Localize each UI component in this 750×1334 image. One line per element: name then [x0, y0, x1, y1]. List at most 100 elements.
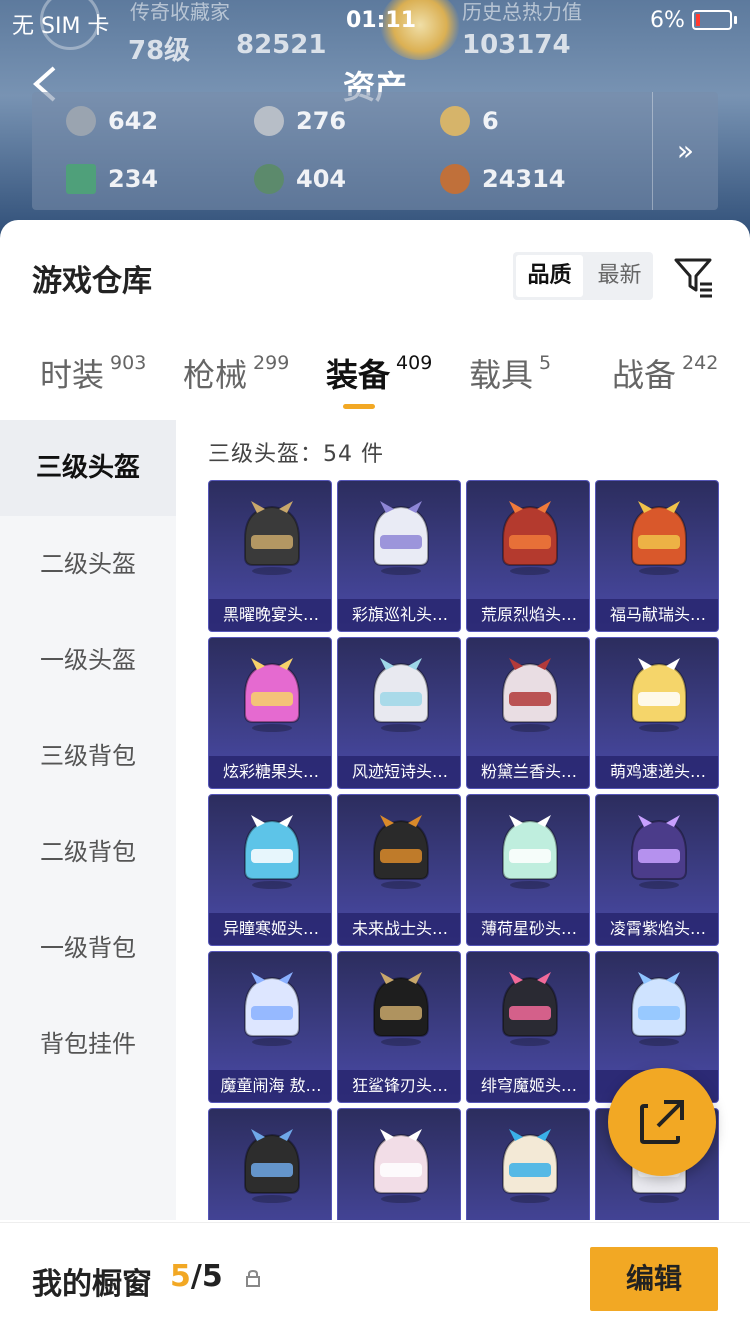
asset-value: 6 — [482, 107, 499, 135]
battery-icon — [692, 10, 732, 30]
item-name: 萌鸡速递头… — [596, 756, 718, 788]
item-name: 异瞳寒姬头… — [209, 913, 331, 945]
battery-percent: 6% — [650, 8, 685, 33]
asset-item: 6 — [440, 106, 499, 136]
sort-toggle: 品质 最新 — [513, 252, 653, 300]
tab-vehicles[interactable]: 载具 5 — [469, 350, 551, 396]
item-card[interactable]: 绯穹魔姬头… — [466, 951, 590, 1103]
item-card[interactable] — [208, 1108, 332, 1220]
coin-icon — [440, 164, 470, 194]
tab-weapons[interactable]: 枪械 299 — [183, 350, 289, 396]
asset-value: 642 — [108, 107, 159, 135]
item-name: 黑曜晚宴头… — [209, 599, 331, 631]
item-card[interactable]: 凌霄紫焰头… — [595, 794, 719, 946]
category-tabs: 时装 903 枪械 299 装备 409 载具 5 战备 242 — [0, 350, 750, 420]
sidebar-item-level1-backpack[interactable]: 一级背包 — [0, 900, 176, 996]
helmet-icon — [631, 972, 687, 1046]
tab-fashion[interactable]: 时装 903 — [40, 350, 146, 396]
share-icon — [640, 1100, 684, 1144]
helmet-icon — [373, 1129, 429, 1203]
battery-cap-icon — [734, 16, 737, 24]
item-card[interactable]: 狂鲨锋刃头… — [337, 951, 461, 1103]
item-card[interactable]: 魔童闹海 敖… — [208, 951, 332, 1103]
item-name: 粉黛兰香头… — [467, 756, 589, 788]
tab-count: 299 — [253, 352, 290, 374]
showcase-title: 我的橱窗 — [32, 1267, 152, 1302]
item-card[interactable]: 炫彩糖果头… — [208, 637, 332, 789]
item-card[interactable]: 彩旗巡礼头… — [337, 480, 461, 632]
tab-count: 903 — [110, 352, 147, 374]
coin-icon — [254, 106, 284, 136]
sort-quality-button[interactable]: 品质 — [516, 255, 583, 297]
coin-icon — [254, 164, 284, 194]
helmet-icon — [244, 815, 300, 889]
asset-item: 234 — [66, 164, 158, 194]
tab-label: 载具 — [469, 356, 534, 394]
asset-value: 276 — [296, 107, 347, 135]
item-count-title: 三级头盔：54 件 — [208, 442, 384, 467]
card-icon — [66, 164, 96, 194]
item-card[interactable]: 未来战士头… — [337, 794, 461, 946]
item-card[interactable]: 异瞳寒姬头… — [208, 794, 332, 946]
warehouse-title: 游戏仓库 — [32, 264, 152, 299]
filter-button[interactable] — [672, 254, 716, 298]
assets-panel: 642 276 6 234 404 24314 » — [32, 92, 718, 210]
asset-item: 642 — [66, 106, 158, 136]
asset-value: 24314 — [482, 165, 566, 193]
sidebar-item-level1-helmet[interactable]: 一级头盔 — [0, 612, 176, 708]
asset-item: 404 — [254, 164, 346, 194]
asset-value: 234 — [108, 165, 159, 193]
tab-combat-supplies[interactable]: 战备 242 — [612, 350, 718, 396]
showcase-count: 5/5 — [170, 1259, 223, 1294]
item-card[interactable] — [337, 1108, 461, 1220]
clock: 01:11 — [346, 8, 417, 33]
item-name: 绯穹魔姬头… — [467, 1070, 589, 1102]
share-button[interactable] — [608, 1068, 716, 1176]
item-card[interactable]: 荒原烈焰头… — [466, 480, 590, 632]
sidebar-item-level2-backpack[interactable]: 二级背包 — [0, 804, 176, 900]
item-card[interactable]: 萌鸡速递头… — [595, 637, 719, 789]
helmet-icon — [373, 815, 429, 889]
item-name: 魔童闹海 敖… — [209, 1070, 331, 1102]
tab-label: 战备 — [612, 356, 677, 394]
showcase-count-current: 5 — [170, 1259, 191, 1294]
showcase-bar: 我的橱窗 5/5 编辑 — [0, 1222, 750, 1334]
helmet-icon — [631, 815, 687, 889]
item-card[interactable]: 粉黛兰香头… — [466, 637, 590, 789]
status-bar: 无 SIM 卡 01:11 6% — [0, 0, 750, 40]
double-chevron-right-icon: » — [676, 134, 695, 167]
showcase-count-total: /5 — [190, 1259, 223, 1294]
helmet-icon — [502, 658, 558, 732]
tab-count: 409 — [396, 352, 433, 374]
asset-item: 24314 — [440, 164, 566, 194]
item-card[interactable]: 福马献瑞头… — [595, 480, 719, 632]
sidebar-item-level2-helmet[interactable]: 二级头盔 — [0, 516, 176, 612]
helmet-icon — [373, 501, 429, 575]
item-name: 狂鲨锋刃头… — [338, 1070, 460, 1102]
assets-more-button[interactable]: » — [652, 92, 718, 210]
item-card[interactable] — [466, 1108, 590, 1220]
sort-newest-button[interactable]: 最新 — [586, 252, 653, 300]
lock-icon — [246, 1269, 260, 1287]
sidebar-item-backpack-charm[interactable]: 背包挂件 — [0, 996, 176, 1092]
helmet-icon — [244, 972, 300, 1046]
edit-button[interactable]: 编辑 — [590, 1247, 718, 1311]
item-name: 炫彩糖果头… — [209, 756, 331, 788]
helmet-icon — [631, 658, 687, 732]
sidebar-item-level3-helmet[interactable]: 三级头盔 — [0, 420, 176, 516]
helmet-icon — [244, 1129, 300, 1203]
item-card[interactable]: 黑曜晚宴头… — [208, 480, 332, 632]
tab-label: 枪械 — [183, 356, 248, 394]
helmet-icon — [631, 501, 687, 575]
item-name: 未来战士头… — [338, 913, 460, 945]
helmet-icon — [373, 972, 429, 1046]
item-card[interactable]: 薄荷星砂头… — [466, 794, 590, 946]
coin-icon — [440, 106, 470, 136]
tab-label: 装备 — [326, 356, 391, 394]
tab-equipment[interactable]: 装备 409 — [326, 350, 432, 396]
helmet-icon — [244, 501, 300, 575]
coin-icon — [66, 106, 96, 136]
helmet-icon — [244, 658, 300, 732]
sidebar-item-level3-backpack[interactable]: 三级背包 — [0, 708, 176, 804]
item-card[interactable]: 风迹短诗头… — [337, 637, 461, 789]
